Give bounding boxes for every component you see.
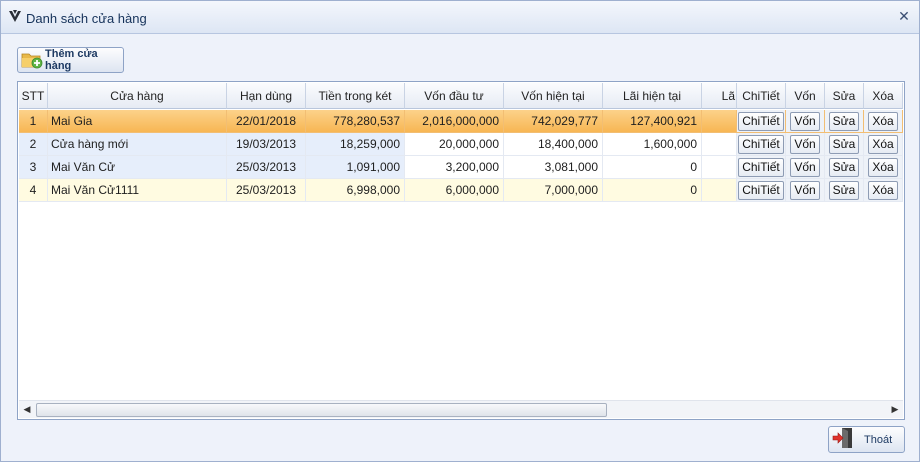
cell-invest: 2,016,000,000 [405, 110, 504, 133]
detail-cell: ChiTiết [737, 133, 786, 156]
cell-extra [702, 110, 737, 133]
horizontal-scrollbar[interactable]: ◀ ▶ [19, 400, 903, 418]
detail-button[interactable]: ChiTiết [738, 180, 784, 200]
cell-expiry: 25/03/2013 [227, 156, 306, 179]
delete-cell: Xóa [864, 179, 903, 202]
header-extra[interactable]: Lã [702, 83, 737, 109]
cell-profit: 1,600,000 [603, 133, 702, 156]
exit-door-icon [832, 427, 864, 452]
table-row[interactable]: 4 Mai Văn Cử1111 25/03/2013 6,998,000 6,… [19, 179, 903, 202]
add-store-button[interactable]: Thêm cửa hàng [17, 47, 124, 73]
delete-button[interactable]: Xóa [868, 180, 898, 200]
detail-cell: ChiTiết [737, 110, 786, 133]
scroll-right-icon[interactable]: ▶ [887, 401, 903, 418]
capital-button[interactable]: Vốn [790, 111, 820, 131]
cell-invest: 3,200,000 [405, 156, 504, 179]
cell-stt: 2 [19, 133, 48, 156]
delete-cell: Xóa [864, 156, 903, 179]
delete-cell: Xóa [864, 133, 903, 156]
cell-expiry: 22/01/2018 [227, 110, 306, 133]
cell-extra [702, 156, 737, 179]
delete-cell: Xóa [864, 110, 903, 133]
window-title: Danh sách cửa hàng [26, 11, 147, 26]
capital-cell: Vốn [786, 156, 825, 179]
edit-button[interactable]: Sửa [828, 134, 860, 154]
delete-button[interactable]: Xóa [868, 157, 898, 177]
header-von[interactable]: Vốn [786, 83, 825, 109]
cell-store: Mai Văn Cử1111 [48, 179, 227, 202]
cell-extra [702, 133, 737, 156]
add-store-label: Thêm cửa hàng [45, 48, 98, 72]
cell-capital: 7,000,000 [504, 179, 603, 202]
cell-cash: 18,259,000 [306, 133, 405, 156]
table-row[interactable]: 2 Cửa hàng mới 19/03/2013 18,259,000 20,… [19, 133, 903, 156]
cell-store: Mai Gia [48, 110, 227, 133]
detail-cell: ChiTiết [737, 179, 786, 202]
header-expiry[interactable]: Hạn dùng [227, 83, 306, 109]
header-capital[interactable]: Vốn hiện tại [504, 83, 603, 109]
header-invest[interactable]: Vốn đầu tư [405, 83, 504, 109]
edit-cell: Sửa [825, 133, 864, 156]
cell-store: Mai Văn Cử [48, 156, 227, 179]
cell-invest: 6,000,000 [405, 179, 504, 202]
capital-cell: Vốn [786, 110, 825, 133]
edit-button[interactable]: Sửa [828, 111, 860, 131]
cell-extra [702, 179, 737, 202]
cell-stt: 3 [19, 156, 48, 179]
table-row[interactable]: 1 Mai Gia 22/01/2018 778,280,537 2,016,0… [19, 110, 903, 133]
exit-label: Thoát [864, 433, 893, 446]
cell-expiry: 25/03/2013 [227, 179, 306, 202]
cell-cash: 6,998,000 [306, 179, 405, 202]
cell-store: Cửa hàng mới [48, 133, 227, 156]
cell-capital: 742,029,777 [504, 110, 603, 133]
edit-cell: Sửa [825, 179, 864, 202]
detail-button[interactable]: ChiTiết [738, 111, 784, 131]
cell-expiry: 19/03/2013 [227, 133, 306, 156]
edit-button[interactable]: Sửa [828, 180, 860, 200]
capital-button[interactable]: Vốn [790, 180, 820, 200]
header-xoa[interactable]: Xóa [864, 83, 903, 109]
folder-add-icon [21, 49, 45, 72]
store-table: STT Cửa hàng Hạn dùng Tiền trong két Vốn… [17, 81, 905, 420]
cell-profit: 0 [603, 156, 702, 179]
scroll-left-icon[interactable]: ◀ [19, 401, 35, 418]
header-stt[interactable]: STT [19, 83, 48, 109]
exit-button[interactable]: Thoát [828, 426, 905, 453]
capital-button[interactable]: Vốn [790, 157, 820, 177]
detail-button[interactable]: ChiTiết [738, 134, 784, 154]
header-store[interactable]: Cửa hàng [48, 83, 227, 109]
cell-invest: 20,000,000 [405, 133, 504, 156]
cell-profit: 0 [603, 179, 702, 202]
cell-stt: 4 [19, 179, 48, 202]
capital-cell: Vốn [786, 179, 825, 202]
header-sua[interactable]: Sửa [825, 83, 864, 109]
cell-profit: 127,400,921 [603, 110, 702, 133]
app-logo-icon [8, 9, 22, 23]
capital-button[interactable]: Vốn [790, 134, 820, 154]
delete-button[interactable]: Xóa [868, 134, 898, 154]
edit-cell: Sửa [825, 156, 864, 179]
close-icon[interactable]: ✕ [895, 7, 913, 25]
cell-cash: 778,280,537 [306, 110, 405, 133]
capital-cell: Vốn [786, 133, 825, 156]
detail-button[interactable]: ChiTiết [738, 157, 784, 177]
scrollbar-thumb[interactable] [36, 403, 607, 417]
header-cash[interactable]: Tiền trong két [306, 83, 405, 109]
cell-stt: 1 [19, 110, 48, 133]
header-detail[interactable]: ChiTiết [737, 83, 786, 109]
delete-button[interactable]: Xóa [868, 111, 898, 131]
table-row[interactable]: 3 Mai Văn Cử 25/03/2013 1,091,000 3,200,… [19, 156, 903, 179]
edit-button[interactable]: Sửa [828, 157, 860, 177]
store-list-window: Danh sách cửa hàng ✕ Thêm cửa hàng STT C… [0, 0, 920, 462]
table-header: STT Cửa hàng Hạn dùng Tiền trong két Vốn… [19, 83, 903, 109]
edit-cell: Sửa [825, 110, 864, 133]
cell-capital: 3,081,000 [504, 156, 603, 179]
detail-cell: ChiTiết [737, 156, 786, 179]
cell-cash: 1,091,000 [306, 156, 405, 179]
cell-capital: 18,400,000 [504, 133, 603, 156]
header-profit[interactable]: Lãi hiện tại [603, 83, 702, 109]
title-bar: Danh sách cửa hàng ✕ [1, 1, 919, 34]
